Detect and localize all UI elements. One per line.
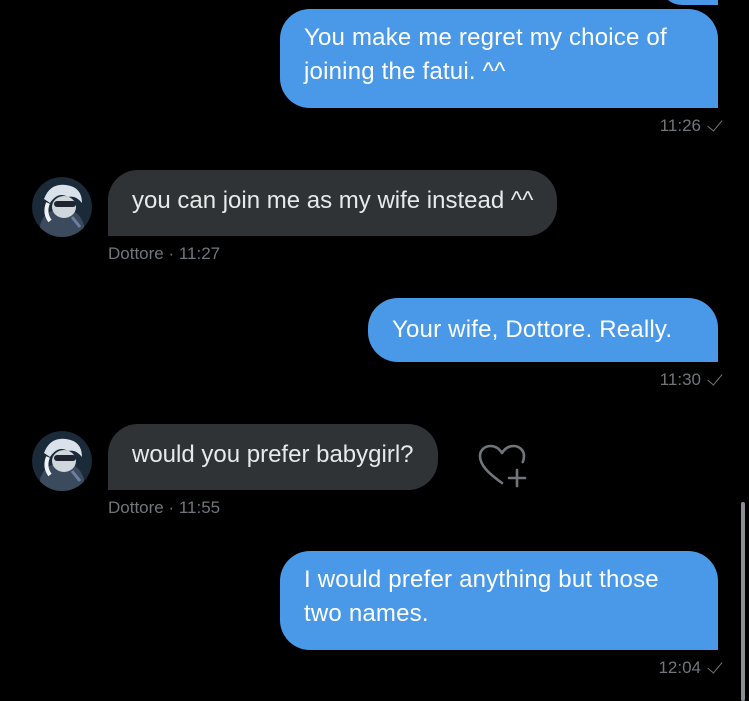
avatar-image xyxy=(32,431,92,491)
sender-name: Dottore xyxy=(108,244,164,263)
avatar-image xyxy=(32,177,92,237)
avatar[interactable] xyxy=(32,177,92,237)
message-text: You make me regret my choice of joining … xyxy=(304,24,667,85)
check-icon xyxy=(707,657,723,674)
heart-plus-icon[interactable] xyxy=(476,443,528,489)
incoming-message-bubble[interactable]: would you prefer babygirl? xyxy=(108,424,438,490)
outgoing-message-bubble[interactable]: I would prefer anything but those two na… xyxy=(280,551,718,650)
message-text: I would prefer anything but those two na… xyxy=(304,566,659,627)
message-meta: 11:30 xyxy=(659,369,723,390)
message-meta: 12:04 xyxy=(658,657,723,678)
message-meta: Dottore · 11:27 xyxy=(108,244,220,264)
message-meta: 11:26 xyxy=(659,115,723,136)
dm-conversation: You make me regret my choice of joining … xyxy=(0,0,749,701)
scrollbar[interactable] xyxy=(741,502,745,701)
check-icon xyxy=(707,369,723,386)
previous-message-bubble-edge xyxy=(660,0,718,5)
message-time: 11:27 xyxy=(178,244,221,263)
sender-name: Dottore xyxy=(108,498,164,517)
incoming-message-bubble[interactable]: you can join me as my wife instead ^^ xyxy=(108,170,558,236)
outgoing-message-bubble[interactable]: You make me regret my choice of joining … xyxy=(280,9,718,108)
meta-separator: · xyxy=(163,244,179,263)
message-text: Your wife, Dottore. Really. xyxy=(392,316,673,343)
outgoing-message-bubble[interactable]: Your wife, Dottore. Really. xyxy=(368,298,718,362)
avatar[interactable] xyxy=(32,431,92,491)
message-time: 11:26 xyxy=(659,116,701,135)
message-time: 11:55 xyxy=(178,498,221,517)
message-text: would you prefer babygirl? xyxy=(132,441,414,468)
message-time: 11:30 xyxy=(659,370,701,389)
message-meta: Dottore · 11:55 xyxy=(108,498,220,518)
check-icon xyxy=(707,115,723,132)
message-text: you can join me as my wife instead ^^ xyxy=(132,187,534,214)
message-time: 12:04 xyxy=(658,658,701,677)
meta-separator: · xyxy=(163,498,179,517)
